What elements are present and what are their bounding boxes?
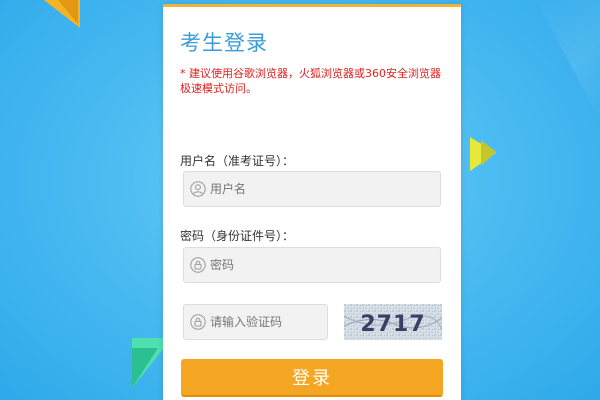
decorative-triangle-shade xyxy=(481,140,496,166)
user-icon xyxy=(190,181,206,197)
captcha-image[interactable]: 2717 xyxy=(343,304,443,340)
page-title: 考生登录 xyxy=(180,31,268,55)
captcha-field[interactable] xyxy=(183,304,328,340)
captcha-input[interactable] xyxy=(210,305,321,339)
login-panel: 考生登录 * 建议使用谷歌浏览器，火狐浏览器或360安全浏览器极速模式访问。 用… xyxy=(163,4,461,400)
background-shape xyxy=(536,0,600,120)
lock-icon xyxy=(190,257,206,273)
password-input[interactable] xyxy=(210,248,434,282)
login-button[interactable]: 登录 xyxy=(181,359,443,397)
decorative-triangle-shade xyxy=(58,0,78,24)
captcha-code: 2717 xyxy=(360,312,425,337)
username-input[interactable] xyxy=(210,172,434,206)
username-label: 用户名（准考证号）： xyxy=(180,154,295,168)
username-field[interactable] xyxy=(183,171,441,207)
decorative-triangle-shade xyxy=(132,348,158,388)
password-field[interactable] xyxy=(183,247,441,283)
browser-notice: * 建议使用谷歌浏览器，火狐浏览器或360安全浏览器极速模式访问。 xyxy=(180,67,441,95)
password-label: 密码（身份证件号）： xyxy=(180,229,295,243)
lock-icon xyxy=(190,314,206,330)
